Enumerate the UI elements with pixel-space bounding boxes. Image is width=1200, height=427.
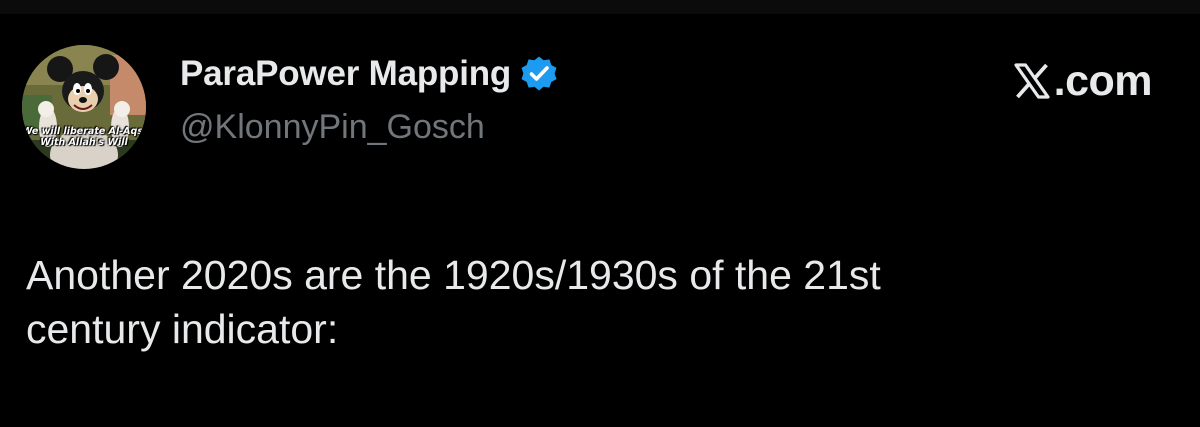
brand-logo: .com [1012, 56, 1153, 105]
tweet-text: Another 2020s are the 1920s/1930s of the… [26, 252, 881, 352]
x-logo-icon [1014, 63, 1050, 99]
top-strip [0, 0, 1200, 14]
author-display-name[interactable]: ParaPower Mapping [180, 54, 511, 94]
avatar-image [22, 45, 146, 169]
avatar[interactable]: We will liberate Al-Aqsa With Allah's Wi… [22, 45, 146, 169]
author-handle[interactable]: @KlonnyPin_Gosch [180, 108, 485, 147]
author-name-row: ParaPower Mapping [180, 54, 559, 94]
avatar-caption-line1: We will liberate Al-Aqsa [22, 126, 146, 137]
brand-suffix: .com [1053, 56, 1153, 105]
avatar-caption-line2: With Allah's Will [40, 137, 128, 148]
verified-badge-icon [521, 56, 557, 91]
